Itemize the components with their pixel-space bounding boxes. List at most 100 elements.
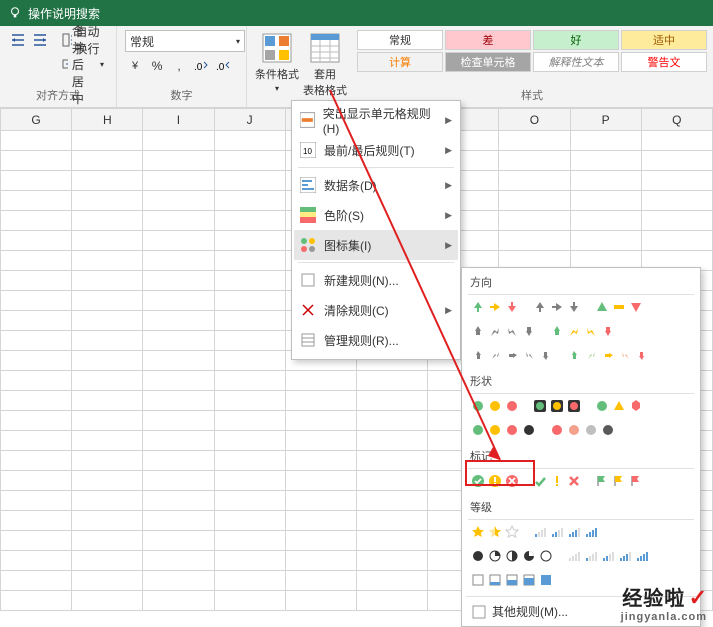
merge-center-button[interactable]: 合并后居中 ▾ (58, 54, 108, 74)
exclaim-circle-icon (487, 473, 503, 489)
menu-label: 新建规则(N)... (324, 272, 399, 289)
col-header[interactable]: O (499, 109, 570, 131)
menu-color-scales[interactable]: 色阶(S) ▶ (294, 200, 458, 230)
percent-button[interactable]: % (147, 56, 167, 76)
col-header[interactable]: J (214, 109, 285, 131)
menu-new-rule[interactable]: 新建规则(N)... (294, 265, 458, 295)
more-rules-label: 其他规则(M)... (492, 603, 568, 620)
arrow-up-icon (470, 299, 486, 315)
watermark: 经验啦 ✓ jingyanla.com (621, 582, 707, 623)
chevron-right-icon: ▶ (445, 305, 452, 316)
indent-decrease-button[interactable] (8, 30, 28, 50)
cond-format-label: 条件格式 (255, 66, 299, 82)
col-header[interactable]: G (1, 109, 72, 131)
new-rule-icon (300, 272, 316, 288)
iconset-4-arrows[interactable] (549, 323, 616, 341)
style-calc[interactable]: 计算 (357, 52, 443, 72)
menu-separator (298, 167, 454, 168)
menu-label: 最前/最后规则(T) (324, 142, 415, 159)
iconset-3-triangles[interactable] (594, 299, 644, 317)
iconset-5-ratings-bars[interactable] (566, 548, 650, 566)
svg-text:.0: .0 (194, 62, 203, 73)
style-warn[interactable]: 警告文 (621, 52, 707, 72)
iconset-4-traffic-lights[interactable] (470, 422, 537, 440)
increase-decimal-button[interactable]: .0 (191, 56, 211, 76)
iconset-4-ratings-bars[interactable] (532, 524, 599, 542)
iconset-5-quarters[interactable] (470, 548, 554, 566)
group-alignment: 自动换行 合并后居中 ▾ 对齐方式 (0, 26, 117, 107)
chevron-right-icon: ▶ (445, 210, 452, 221)
lightbulb-icon (8, 6, 22, 20)
menu-top-bottom-rules[interactable]: 10 最前/最后规则(T) ▶ (294, 135, 458, 165)
manage-rules-icon (300, 332, 316, 348)
indent-increase-button[interactable] (30, 30, 50, 50)
menu-highlight-rules[interactable]: 突出显示单元格规则(H) ▶ (294, 105, 458, 135)
iconset-3-flags[interactable] (594, 473, 644, 491)
decrease-decimal-button[interactable]: .0 (213, 56, 233, 76)
iconset-4-arrows-gray[interactable] (470, 323, 537, 341)
col-header[interactable]: H (72, 109, 143, 131)
iconset-3-traffic-lights[interactable] (470, 398, 520, 416)
menu-label: 突出显示单元格规则(H) (323, 105, 437, 136)
group-number-label: 数字 (125, 85, 238, 107)
menu-data-bars[interactable]: 数据条(D) ▶ (294, 170, 458, 200)
menu-label: 清除规则(C) (324, 302, 389, 319)
chevron-down-icon: ▾ (236, 37, 240, 46)
conditional-format-button[interactable]: 条件格式 ▾ (255, 30, 299, 109)
iconset-5-arrows-gray[interactable] (470, 347, 554, 365)
iconset-3-symbols[interactable] (532, 473, 582, 491)
style-normal[interactable]: 常规 (357, 30, 443, 50)
menu-clear-rules[interactable]: 清除规则(C) ▶ (294, 295, 458, 325)
category-shapes: 形状 (466, 371, 696, 391)
icon-sets-flyout: 方向 (461, 267, 701, 627)
flyout-separator (468, 294, 694, 295)
iconset-4-red-to-black[interactable] (549, 422, 616, 440)
col-header[interactable]: Q (641, 109, 712, 131)
style-check[interactable]: 检查单元格 (445, 52, 531, 72)
merge-icon (62, 56, 68, 72)
star-icon (470, 524, 486, 540)
menu-label: 管理规则(R)... (324, 332, 399, 349)
arrow-right-icon (487, 299, 503, 315)
flag-icon (594, 473, 610, 489)
style-neutral[interactable]: 适中 (621, 30, 707, 50)
iconset-3-stars[interactable] (470, 524, 520, 542)
menu-label: 色阶(S) (324, 207, 364, 224)
flyout-separator (468, 519, 694, 520)
iconset-3-arrows[interactable] (470, 299, 520, 317)
iconset-5-arrows[interactable] (566, 347, 650, 365)
tell-me-search[interactable]: 操作说明搜索 (28, 5, 100, 22)
style-explain[interactable]: 解释性文本 (533, 52, 619, 72)
iconset-5-boxes[interactable] (470, 572, 554, 590)
number-format-select[interactable]: 常规 ▾ (125, 30, 245, 52)
col-header[interactable]: I (143, 109, 214, 131)
col-header[interactable]: P (570, 109, 641, 131)
chevron-down-icon: ▾ (275, 84, 279, 93)
category-ratings: 等级 (466, 497, 696, 517)
iconset-3-arrows-gray[interactable] (532, 299, 582, 317)
menu-icon-sets[interactable]: 图标集(I) ▶ (294, 230, 458, 260)
iconset-3-symbols-circled[interactable] (470, 473, 520, 491)
number-format-value: 常规 (130, 33, 154, 50)
svg-text:10: 10 (303, 147, 312, 156)
category-indicators: 标记 (466, 446, 696, 466)
arrow-down-icon (504, 299, 520, 315)
format-as-table-button[interactable]: 套用 表格格式 ▾ (303, 30, 347, 109)
table-format-label: 套用 表格格式 (303, 66, 347, 98)
title-bar: 操作说明搜索 (0, 0, 713, 26)
chevron-right-icon: ▶ (445, 145, 452, 156)
currency-button[interactable]: ¥ (125, 56, 145, 76)
highlight-icon (300, 112, 315, 128)
iconsets-icon (300, 237, 316, 253)
menu-label: 数据条(D) (324, 177, 377, 194)
cross-circle-icon (504, 473, 520, 489)
comma-button[interactable]: , (169, 56, 189, 76)
menu-manage-rules[interactable]: 管理规则(R)... (294, 325, 458, 355)
iconset-3-traffic-lights-rimmed[interactable] (532, 398, 582, 416)
iconset-3-signs[interactable] (594, 398, 644, 416)
style-good[interactable]: 好 (533, 30, 619, 50)
category-direction: 方向 (466, 272, 696, 292)
group-cell-styles: 常规 差 好 适中 计算 检查单元格 解释性文本 警告文 样式 (349, 26, 713, 107)
style-bad[interactable]: 差 (445, 30, 531, 50)
ribbon: 自动换行 合并后居中 ▾ 对齐方式 常规 ▾ ¥ % , .0 .0 (0, 26, 713, 108)
